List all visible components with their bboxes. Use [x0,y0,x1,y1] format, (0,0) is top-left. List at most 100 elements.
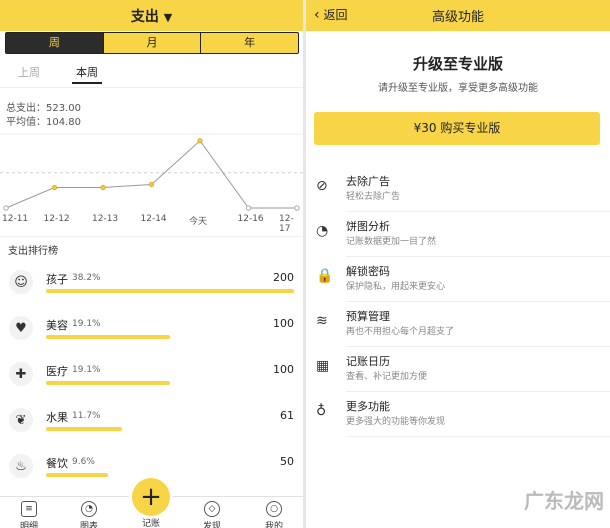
beauty-icon: ♥ [9,316,33,340]
chart-icon: ◔ [81,501,97,517]
feature-item[interactable]: ▦ 记账日历查看、补记更加方便 [306,348,610,392]
list-icon: ≡ [21,501,37,517]
data-point[interactable] [100,184,106,191]
feature-title: 记账日历 [346,355,390,368]
series-line [5,139,297,209]
feature-item[interactable]: 🔒 解锁密码 保护隐私，用起来更安心 [306,258,610,302]
title-dropdown[interactable]: 支出 ▼ [0,6,303,26]
x-tick-label: 12-16 [237,214,264,224]
nav-label: 图表 [79,522,98,528]
tab-this-week[interactable]: 本周 [76,64,98,80]
pro-title: 升级至专业版 [412,55,503,73]
page-title: 高级功能 [431,10,484,25]
segment-year[interactable]: 年 [201,33,298,53]
segment-week[interactable]: 周 [6,33,104,53]
category-amount: 100 [273,363,294,376]
category-bar [46,473,108,477]
feature-title: 解锁密码 [346,265,390,278]
calendar-icon: ▦ [316,358,330,374]
feature-item[interactable]: ⊘ 去除广告轻松去除广告 [306,168,610,212]
divider [346,346,610,347]
category-percent: 9.6% [72,457,95,467]
feature-subtitle: 轻松去除广告 [346,192,401,202]
cherry-icon: ❦ [9,408,33,432]
feature-title: 去除广告 [346,175,390,188]
feature-item[interactable]: ♁ 更多功能 更多强大的功能等你发现 [306,393,610,437]
no-ads-icon: ⊘ [316,178,328,194]
category-name: 水果 [46,411,68,424]
feature-subtitle: 再也不用担心每个月超支了 [346,327,455,337]
average-value: 平均值：104.80 [6,117,81,128]
category-percent: 11.7% [72,411,101,421]
category-name: 医疗 [46,365,68,378]
category-percent: 19.1% [72,365,101,375]
feature-subtitle: 保护隐私，用起来更安心 [346,282,446,292]
category-bar [46,381,170,385]
nav-label: 我的 [264,522,283,528]
x-tick-label: 12-13 [92,214,119,224]
x-tick-label: 12-17 [279,214,294,234]
data-point[interactable] [148,181,155,188]
divider [0,236,303,237]
feature-item[interactable]: ≋ 预算管理 再也不用担心每个月超支了 [306,303,610,347]
x-tick-label: 12-11 [2,214,29,224]
premium-screen: ‹ 返回 高级功能 升级至专业版 请升级至专业版，享受更多高级功能 ¥30 购买… [306,0,610,528]
category-amount: 61 [280,409,294,422]
nav-charts[interactable]: ◔ 图表 [64,501,114,528]
category-bar [46,289,294,293]
nav-label: 明细 [19,522,38,528]
page-title: 支出 [130,9,159,25]
ranking-row[interactable]: ✚ 医疗 19.1% 100 [0,356,303,402]
nav-me[interactable]: ○ 我的 [249,501,299,528]
segment-month[interactable]: 月 [104,33,202,53]
nav-discover[interactable]: ◇ 发现 [187,501,237,528]
child-icon: ☺ [9,270,33,294]
nav-details[interactable]: ≡ 明细 [4,501,54,528]
category-name: 孩子 [46,273,68,286]
divider [346,301,610,302]
ranking-row[interactable]: ♥ 美容 19.1% 100 [0,310,303,356]
nav-record[interactable]: 记账 [126,516,176,528]
feature-title: 预算管理 [346,310,390,323]
feature-title: 更多功能 [346,400,390,413]
plus-icon: + [140,482,162,512]
data-point[interactable] [3,205,9,211]
divider [346,436,610,437]
add-record-button[interactable]: + [132,478,170,516]
data-point[interactable] [51,184,58,191]
feature-subtitle: 记账数据更加一目了然 [346,237,437,247]
feature-item[interactable]: ◔ 饼图分析 记账数据更加一目了然 [306,213,610,257]
tab-last-week[interactable]: 上周 [18,64,40,80]
category-percent: 19.1% [72,319,101,329]
bulb-icon: ♁ [316,403,327,419]
expense-chart-screen: 支出 ▼ 周 月 年 上周 本周 总支出：523.00 平均值：104.80 1… [0,0,303,528]
nav-label: 发现 [202,522,221,528]
x-tick-label: 今天 [189,217,208,227]
period-segment: 周 月 年 [5,32,299,54]
week-tabs: 上周 本周 [0,64,303,84]
nav-label: 记账 [141,519,160,528]
data-point[interactable] [245,205,252,211]
medical-icon: ✚ [9,362,33,386]
ranking-row[interactable]: ☺ 孩子 38.2% 200 [0,264,303,310]
category-amount: 50 [280,455,294,468]
buy-pro-button[interactable]: ¥30 购买专业版 [314,112,600,145]
feature-subtitle: 查看、补记更加方便 [346,372,428,382]
ranking-row[interactable]: ❦ 水果 11.7% 61 [0,402,303,448]
data-point[interactable] [197,138,203,144]
ranking-title: 支出排行榜 [8,246,58,257]
category-name: 餐饮 [46,457,68,470]
user-icon: ○ [266,501,282,517]
tab-underline [72,82,102,84]
data-point[interactable] [294,205,300,211]
watermark: 广东龙网 [524,489,604,513]
caret-down-icon: ▼ [163,11,173,24]
divider [346,391,610,392]
x-tick-label: 12-14 [140,214,167,224]
pro-subtitle: 请升级至专业版，享受更多高级功能 [378,83,538,94]
category-amount: 200 [273,271,294,284]
category-bar [46,427,122,431]
divider [346,211,610,212]
food-icon: ♨ [9,454,33,478]
category-percent: 38.2% [72,273,101,283]
